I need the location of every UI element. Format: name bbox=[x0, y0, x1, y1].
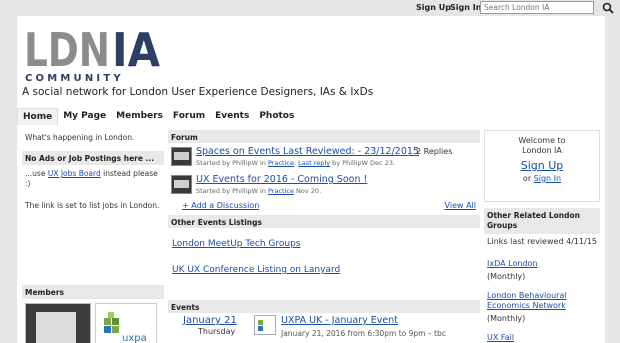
noads-text: ...use UX Jobs Board instead please :) bbox=[22, 167, 164, 191]
discussion-item: UX Events for 2016 - Coming Soon ! Start… bbox=[168, 171, 480, 199]
uxpa-logo-icon: uxpa bbox=[104, 312, 147, 343]
group-freq: (Monthly) bbox=[487, 272, 526, 281]
ux-jobs-board-link[interactable]: UX Jobs Board bbox=[48, 169, 101, 178]
tab-forum[interactable]: Forum bbox=[168, 108, 210, 125]
event-thumbnail[interactable] bbox=[254, 315, 276, 335]
meta-prefix: Started by PhillipW in bbox=[196, 159, 266, 167]
right-column: Welcome to London IA Sign Up or Sign In … bbox=[484, 130, 600, 343]
noads-note: The link is set to list jobs in London. bbox=[25, 201, 160, 210]
lanyard-link[interactable]: UK UX Conference Listing on Lanyard bbox=[172, 265, 340, 275]
member-photo-1[interactable] bbox=[25, 303, 91, 343]
welcome-signin-link[interactable]: Sign In bbox=[534, 174, 561, 183]
forum-heading: Forum bbox=[168, 130, 480, 143]
discussion-title-link[interactable]: UX Events for 2016 - Coming Soon ! bbox=[196, 174, 367, 185]
site-tagline: A social network for London User Experie… bbox=[22, 86, 374, 98]
center-column: Forum Spaces on Events Last Reviewed: - … bbox=[168, 130, 480, 343]
groups-reviewed: Links last reviewed 4/11/15 bbox=[487, 237, 597, 246]
discussion-thumbnail[interactable] bbox=[171, 175, 192, 194]
happening-text: What's happening in London. bbox=[25, 133, 135, 142]
top-bar: Sign Up Sign In bbox=[0, 0, 620, 16]
discussion-title-link[interactable]: Spaces on Events Last Reviewed: - 23/12/… bbox=[196, 146, 419, 157]
event-meta: January 21, 2016 from 6:30pm to 9pm – tb… bbox=[281, 329, 446, 338]
main-nav: Home My Page Members Forum Events Photos bbox=[17, 108, 605, 125]
welcome-line-2: London IA bbox=[522, 146, 562, 155]
category-link[interactable]: Practice bbox=[268, 159, 294, 167]
last-reply-link[interactable]: Last reply bbox=[298, 159, 330, 167]
meta-prefix: Started by PhillipW in bbox=[196, 187, 266, 195]
signup-link[interactable]: Sign Up bbox=[416, 3, 451, 12]
noads-pre: ...use bbox=[25, 169, 46, 178]
group-link-ixda[interactable]: IxDA London bbox=[487, 259, 537, 268]
group-link-uxfail[interactable]: UX Fail bbox=[487, 333, 514, 342]
tab-members[interactable]: Members bbox=[111, 108, 168, 125]
event-day: Thursday bbox=[198, 327, 236, 336]
page: LDN IA COMMUNITY A social network for Lo… bbox=[17, 16, 605, 343]
welcome-line-1: Welcome to bbox=[518, 136, 566, 145]
signin-link[interactable]: Sign In bbox=[450, 3, 481, 12]
tab-photos[interactable]: Photos bbox=[254, 108, 299, 125]
other-events-list: London MeetUp Tech Groups UK UX Conferen… bbox=[168, 228, 480, 300]
event-title-link[interactable]: UXPA UK - January Event bbox=[281, 315, 398, 326]
tab-my-page[interactable]: My Page bbox=[58, 108, 111, 125]
view-all-link[interactable]: View All bbox=[445, 201, 476, 210]
logo-ia: IA bbox=[112, 23, 160, 77]
groups-heading: Other Related London Groups bbox=[484, 208, 600, 234]
meta-suffix: by PhillipW Dec 23. bbox=[332, 159, 396, 167]
svg-text:uxpa: uxpa bbox=[122, 333, 147, 343]
group-freq: (Monthly) bbox=[487, 314, 526, 323]
logo-ldn: LDN bbox=[24, 23, 110, 77]
other-events-heading: Other Events Listings bbox=[168, 215, 480, 228]
welcome-signup-link[interactable]: Sign Up bbox=[521, 159, 564, 172]
meetup-link[interactable]: London MeetUp Tech Groups bbox=[172, 239, 301, 249]
left-column: What's happening in London. No Ads or Jo… bbox=[22, 130, 164, 343]
discussion-thumbnail[interactable] bbox=[171, 147, 192, 166]
welcome-or: or bbox=[522, 174, 532, 183]
tab-events[interactable]: Events bbox=[210, 108, 254, 125]
members-heading: Members bbox=[22, 285, 164, 299]
welcome-or-signin: or Sign In bbox=[485, 174, 599, 184]
category-link[interactable]: Practice bbox=[268, 187, 294, 195]
group-link-lben[interactable]: London Behavioural Economics Network bbox=[487, 291, 567, 310]
noads-heading: No Ads or Job Postings here ... bbox=[22, 151, 164, 165]
discussion-meta: Started by PhillipW in Practice Nov 20. bbox=[196, 187, 321, 195]
meta-mid: Nov 20. bbox=[296, 187, 322, 195]
discussion-item: Spaces on Events Last Reviewed: - 23/12/… bbox=[168, 143, 480, 171]
member-photo-2[interactable]: uxpa bbox=[95, 303, 157, 343]
reply-count: 2 Replies bbox=[416, 147, 453, 156]
ldnia-logo[interactable]: LDN IA COMMUNITY bbox=[22, 20, 182, 88]
event-item: January 21 Thursday UXPA UK - January Ev… bbox=[168, 313, 480, 343]
search-icon[interactable] bbox=[602, 2, 614, 14]
add-discussion-link[interactable]: + Add a Discussion bbox=[182, 201, 259, 210]
member-photo-1-poster bbox=[36, 312, 76, 343]
forum-footer: + Add a Discussion View All bbox=[168, 199, 480, 215]
discussion-meta: Started by PhillipW in Practice. Last re… bbox=[196, 159, 395, 167]
search-input[interactable] bbox=[480, 1, 594, 14]
welcome-box: Welcome to London IA Sign Up or Sign In bbox=[484, 130, 600, 202]
meta-mid: . bbox=[293, 159, 297, 167]
logo-community: COMMUNITY bbox=[25, 73, 124, 84]
event-date[interactable]: January 21 bbox=[183, 315, 237, 326]
events-heading: Events bbox=[168, 300, 480, 313]
groups-list: IxDA London (Monthly) London Behavioural… bbox=[484, 259, 600, 343]
tab-home[interactable]: Home bbox=[17, 108, 59, 125]
